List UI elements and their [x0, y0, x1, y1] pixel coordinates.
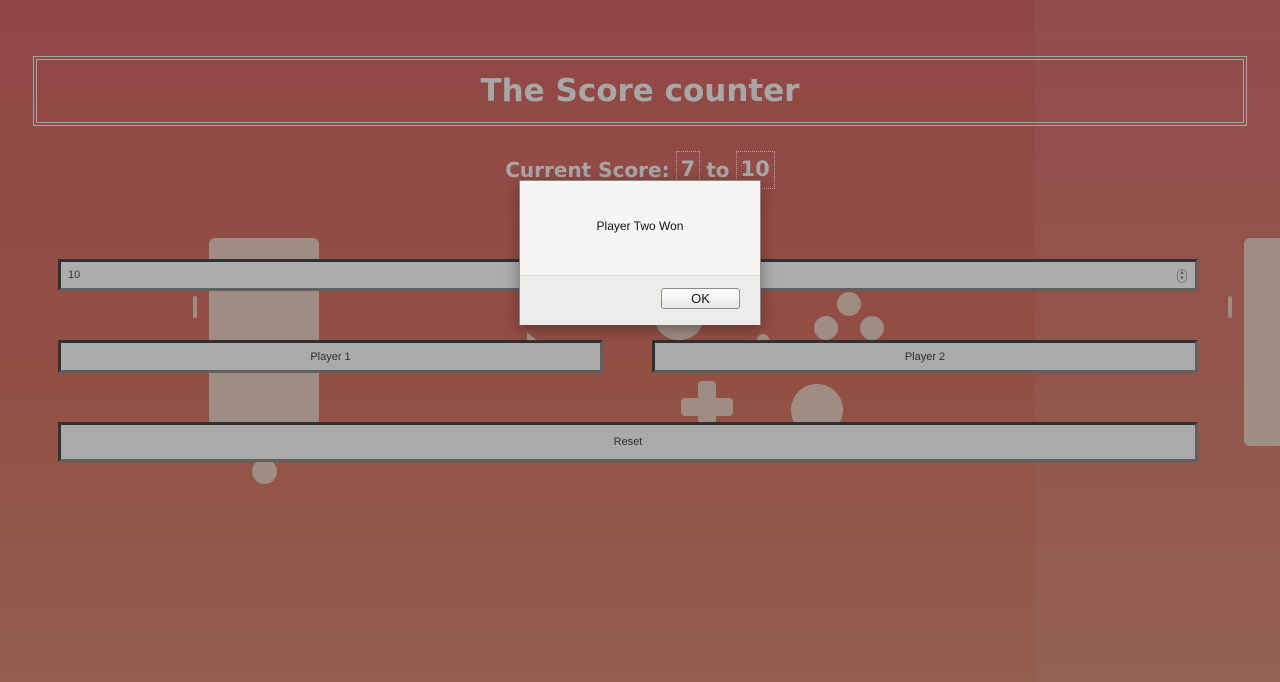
dialog-message: Player Two Won [596, 219, 684, 233]
alert-dialog: Player Two Won OK [519, 180, 761, 325]
dialog-footer: OK [520, 275, 760, 325]
modal-overlay [0, 0, 1280, 682]
ok-button[interactable]: OK [661, 288, 740, 309]
